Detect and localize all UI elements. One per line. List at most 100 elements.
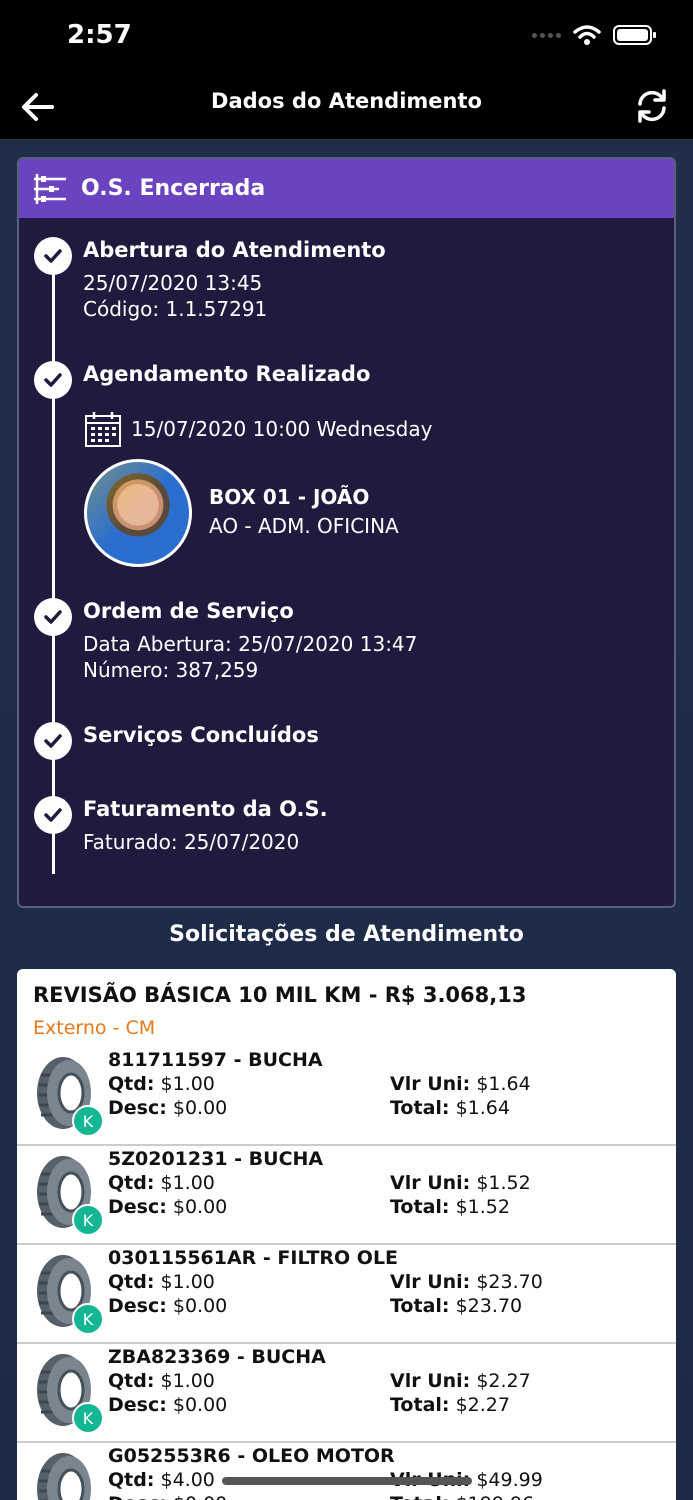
status-title: O.S. Encerrada	[81, 176, 266, 201]
list-item[interactable]: K ZBA823369 - BUCHA Qtd: $1.00 Desc: $0.00 V…	[17, 1344, 676, 1443]
content-area[interactable]: O.S. Encerrada Abertura do Atendimento 2…	[0, 140, 693, 1500]
step-date: 25/07/2020 13:45	[83, 271, 263, 295]
field-value: $49.99	[476, 1469, 543, 1491]
field-label: Desc:	[108, 1295, 167, 1317]
field-value: $0.00	[173, 1493, 227, 1500]
refresh-icon[interactable]	[633, 87, 671, 125]
check-icon	[34, 722, 72, 760]
field-label: Qtd:	[108, 1271, 155, 1293]
section-title: Solicitações de Atendimento	[169, 922, 524, 947]
item-qty: Qtd: $1.00	[108, 1073, 215, 1095]
field-value: $2.27	[476, 1370, 531, 1392]
check-icon	[34, 598, 72, 636]
item-discount: Desc: $0.00	[108, 1394, 227, 1416]
field-label: Qtd:	[108, 1073, 155, 1095]
check-icon	[34, 361, 72, 399]
field-value: $0.00	[172, 1394, 228, 1416]
request-card[interactable]: REVISÃO BÁSICA 10 MIL KM - R$ 3.068,13 E…	[17, 969, 676, 1500]
field-value: $1.64	[455, 1097, 510, 1119]
item-qty: Qtd: $1.00	[108, 1370, 215, 1392]
tire-icon	[37, 1453, 91, 1500]
item-total: Total: $2.27	[390, 1394, 510, 1416]
k-badge: K	[72, 1402, 104, 1434]
field-value: $0.00	[172, 1295, 228, 1317]
appointment-date: 15/07/2020 10:00 Wednesday	[131, 417, 433, 441]
field-value: $1.00	[160, 1370, 215, 1392]
field-label: Total:	[390, 1394, 450, 1416]
item-discount: Desc: $0.00	[108, 1295, 227, 1317]
step-title: Ordem de Serviço	[83, 599, 294, 623]
check-icon	[34, 237, 72, 275]
field-value: $0.00	[172, 1097, 228, 1119]
avatar	[84, 459, 192, 567]
item-name: G052553R6 - OLEO MOTOR	[108, 1445, 395, 1467]
field-label: Vlr Uni:	[390, 1370, 471, 1392]
battery-icon	[613, 25, 656, 45]
field-label: Desc:	[108, 1394, 167, 1416]
calendar-icon	[85, 412, 121, 447]
step-code: Código: 1.1.57291	[83, 297, 268, 321]
step-title: Faturamento da O.S.	[83, 797, 328, 821]
item-total: Total: $199.96	[390, 1493, 534, 1500]
item-qty: Qtd: $1.00	[108, 1271, 215, 1293]
list-item[interactable]: K 030115561AR - FILTRO OLE Qtd: $1.00 Desc:…	[17, 1245, 676, 1344]
request-title: REVISÃO BÁSICA 10 MIL KM - R$ 3.068,13	[33, 983, 527, 1007]
page-title: Dados do Atendimento	[211, 89, 482, 113]
item-discount: Desc: $0.00	[108, 1493, 227, 1500]
list-item[interactable]: KG052553R6 - OLEO MOTORQtd: $4.00Desc: $…	[17, 1443, 676, 1500]
field-value: $1.52	[476, 1172, 531, 1194]
technician-name: BOX 01 - JOÃO	[209, 485, 370, 509]
item-unit-price: Vlr Uni: $23.70	[390, 1271, 543, 1293]
field-label: Total:	[390, 1295, 450, 1317]
request-subtitle: Externo - CM	[33, 1017, 156, 1039]
field-label: Qtd:	[108, 1469, 155, 1491]
field-label: Desc:	[108, 1196, 167, 1218]
item-total: Total: $1.64	[390, 1097, 510, 1119]
timeline-icon	[34, 173, 66, 204]
field-label: Total:	[390, 1097, 450, 1119]
timeline-line	[52, 254, 55, 874]
field-label: Vlr Uni:	[390, 1073, 471, 1095]
field-value: $0.00	[172, 1196, 228, 1218]
item-qty: Qtd: $4.00	[108, 1469, 215, 1491]
item-total: Total: $23.70	[390, 1295, 522, 1317]
wifi-icon	[573, 25, 601, 45]
field-value: $1.52	[455, 1196, 510, 1218]
field-label: Desc:	[108, 1493, 167, 1500]
step-open-date: Data Abertura: 25/07/2020 13:47	[83, 632, 418, 656]
item-name: 030115561AR - FILTRO OLE	[108, 1247, 399, 1269]
field-label: Total:	[390, 1196, 450, 1218]
item-discount: Desc: $0.00	[108, 1097, 227, 1119]
field-value: $1.64	[476, 1073, 531, 1095]
item-name: 811711597 - BUCHA	[108, 1049, 323, 1071]
field-value: $1.00	[160, 1271, 215, 1293]
field-value: $4.00	[160, 1469, 215, 1491]
k-badge: K	[72, 1105, 104, 1137]
check-icon	[34, 796, 72, 834]
status-icons	[532, 24, 657, 46]
list-item[interactable]: K 5Z0201231 - BUCHA Qtd: $1.00 Desc: $0.00 V…	[17, 1146, 676, 1245]
field-value: $199.96	[456, 1493, 535, 1500]
step-title: Abertura do Atendimento	[83, 238, 386, 262]
item-unit-price: Vlr Uni: $1.52	[390, 1172, 531, 1194]
k-badge: K	[72, 1204, 104, 1236]
nav-bar: Dados do Atendimento	[0, 75, 693, 140]
item-total: Total: $1.52	[390, 1196, 510, 1218]
step-billed-date: Faturado: 25/07/2020	[83, 830, 300, 854]
field-label: Qtd:	[108, 1172, 155, 1194]
field-value: $23.70	[455, 1295, 523, 1317]
signal-icon	[532, 32, 561, 38]
item-name: 5Z0201231 - BUCHA	[108, 1148, 324, 1170]
list-item[interactable]: K 811711597 - BUCHA Qtd: $1.00 Desc: $0.00 V…	[17, 1047, 676, 1146]
status-header: O.S. Encerrada	[19, 159, 674, 218]
field-label: Vlr Uni:	[390, 1172, 471, 1194]
field-label: Qtd:	[108, 1370, 155, 1392]
item-discount: Desc: $0.00	[108, 1196, 227, 1218]
k-badge: K	[72, 1303, 104, 1335]
item-qty: Qtd: $1.00	[108, 1172, 215, 1194]
field-label: Total:	[390, 1493, 450, 1500]
field-value: $1.00	[160, 1073, 215, 1095]
step-title: Serviços Concluídos	[83, 723, 319, 747]
field-value: $2.27	[455, 1394, 510, 1416]
home-indicator[interactable]	[222, 1477, 472, 1485]
